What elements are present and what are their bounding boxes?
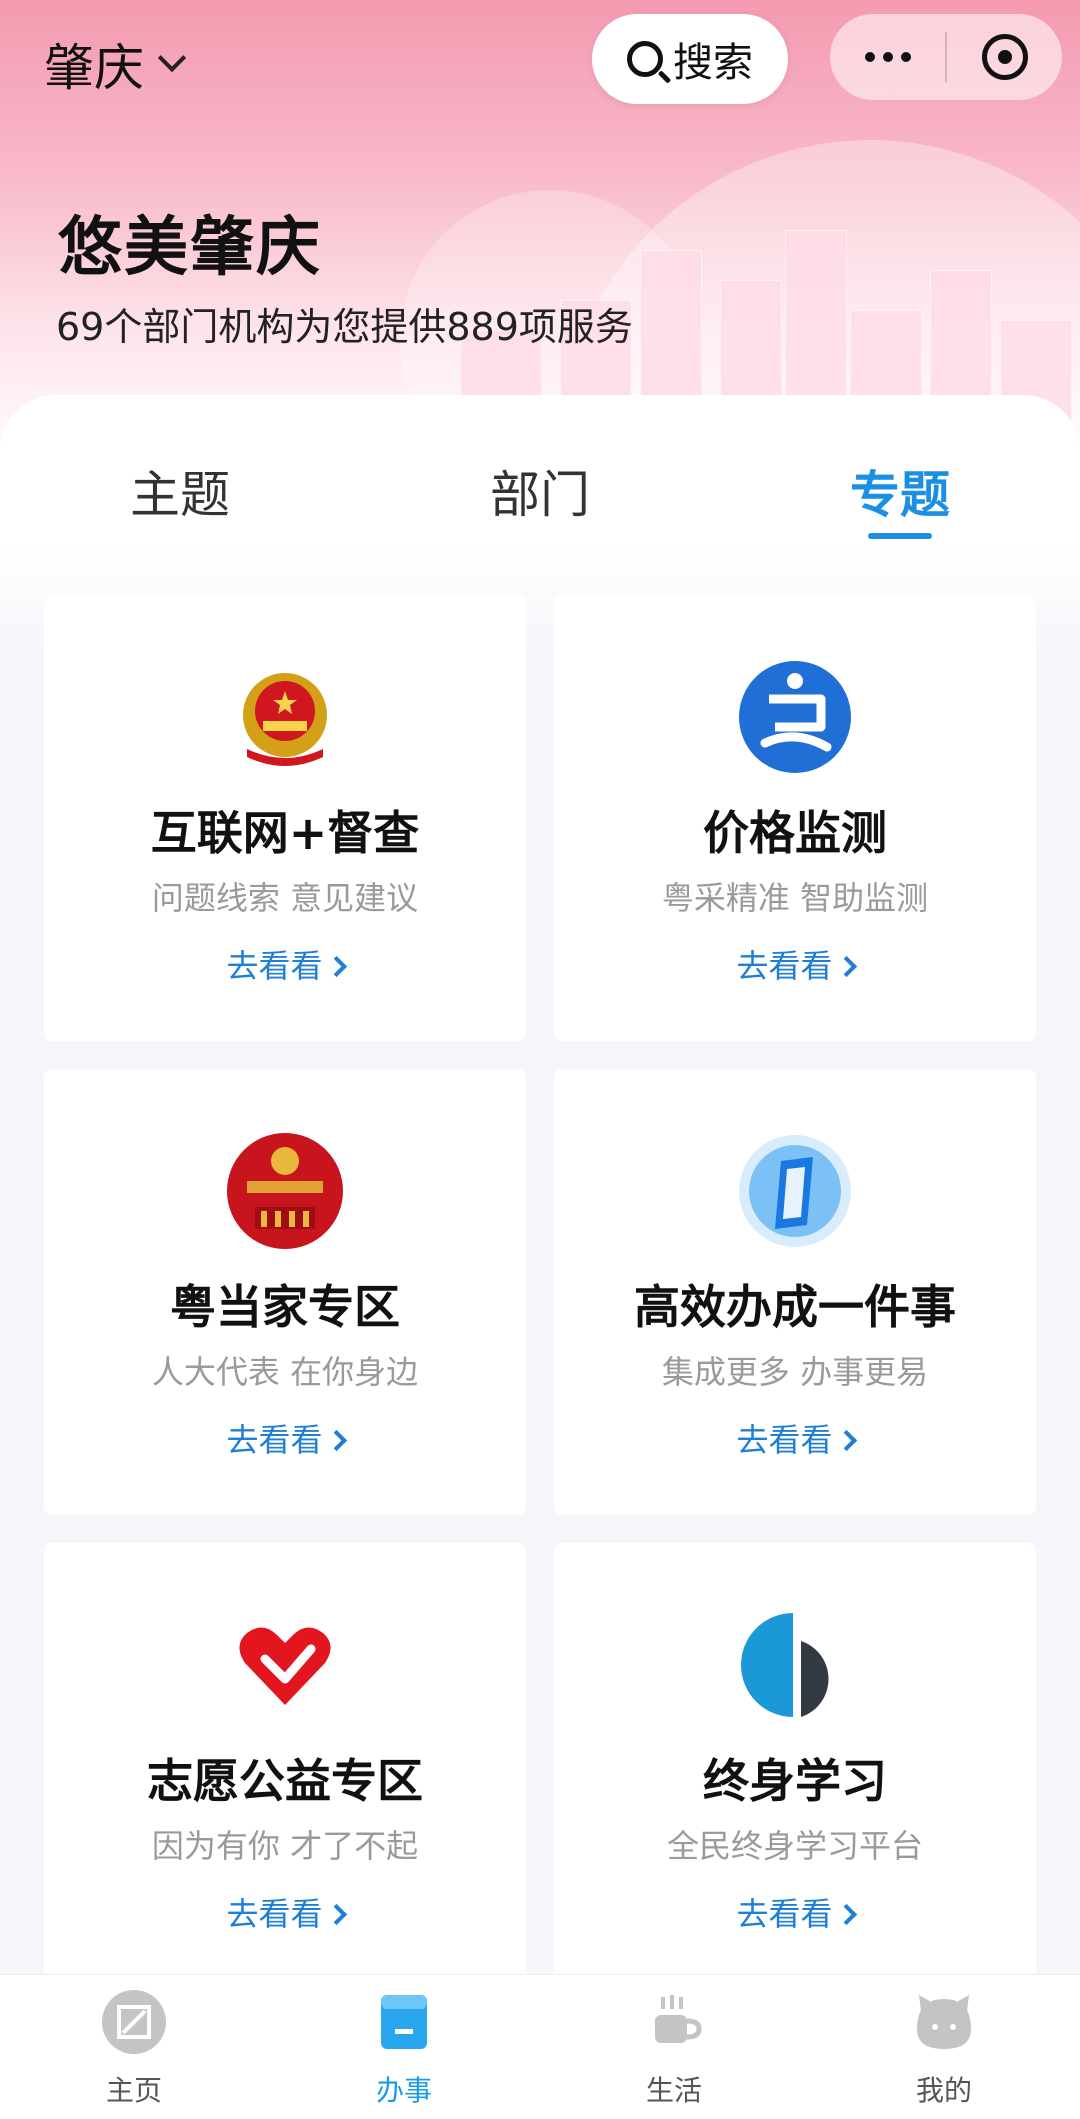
card-link[interactable]: 去看看 xyxy=(554,941,1036,987)
card-volunteer[interactable]: 志愿公益专区 因为有你 才了不起 去看看 xyxy=(44,1543,526,1989)
card-subtitle: 问题线索 意见建议 xyxy=(151,879,419,917)
card-subtitle: 人大代表 在你身边 xyxy=(151,1353,419,1391)
more-dots-icon xyxy=(864,52,875,62)
target-icon xyxy=(981,34,1028,80)
tab-active-indicator xyxy=(868,533,932,539)
nav-service[interactable]: 办事 xyxy=(304,1989,504,2109)
card-link[interactable]: 去看看 xyxy=(44,941,526,987)
page-title: 悠美肇庆 xyxy=(58,211,322,285)
card-subtitle: 全民终身学习平台 xyxy=(666,1827,923,1865)
card-subtitle: 集成更多 办事更易 xyxy=(661,1353,929,1391)
nav-profile[interactable]: 我的 xyxy=(844,1989,1044,2109)
card-internet-supervision[interactable]: 互联网+督查 问题线索 意见建议 去看看 xyxy=(44,595,526,1041)
lifelong-learning-icon xyxy=(741,1613,829,1717)
page-subtitle: 69个部门机构为您提供889项服务 xyxy=(56,305,633,349)
tab-department[interactable]: 部门 xyxy=(440,455,640,527)
card-price-monitoring[interactable]: 价格监测 粤采精准 智助监测 去看看 xyxy=(554,595,1036,1041)
chevron-down-icon xyxy=(157,43,187,73)
card-link[interactable]: 去看看 xyxy=(44,1415,526,1461)
nav-label: 主页 xyxy=(105,2074,162,2107)
service-icon xyxy=(381,1995,427,2049)
card-one-thing[interactable]: 高效办成一件事 集成更多 办事更易 去看看 xyxy=(554,1069,1036,1515)
profile-icon xyxy=(917,1995,971,2049)
card-title: 志愿公益专区 xyxy=(147,1754,423,1808)
more-button[interactable] xyxy=(830,52,945,62)
close-miniapp-button[interactable] xyxy=(947,34,1062,80)
volunteer-heart-icon xyxy=(239,1627,331,1705)
chevron-right-icon xyxy=(835,955,857,978)
search-button[interactable]: 搜索 xyxy=(592,14,788,104)
guangdong-npc-icon xyxy=(227,1133,343,1249)
tab-theme[interactable]: 主题 xyxy=(80,455,280,527)
chevron-right-icon xyxy=(325,955,347,978)
national-emblem-icon xyxy=(243,673,327,766)
home-icon xyxy=(102,1990,166,2054)
card-yue-dangjia[interactable]: 粤当家专区 人大代表 在你身边 去看看 xyxy=(44,1069,526,1515)
card-title: 粤当家专区 xyxy=(170,1280,400,1334)
tab-special[interactable]: 专题 xyxy=(800,455,1000,527)
content-panel: 主题 部门 专题 互联网+督查 问题线索 意见建议 去看看 价格监测 粤采精准 … xyxy=(0,395,1080,1989)
price-monitor-icon xyxy=(739,661,851,773)
city-selector[interactable]: 肇庆 xyxy=(44,28,187,100)
chevron-right-icon xyxy=(325,1429,347,1452)
nav-label: 我的 xyxy=(915,2074,972,2107)
card-link[interactable]: 去看看 xyxy=(554,1415,1036,1461)
card-link[interactable]: 去看看 xyxy=(44,1889,526,1935)
city-label: 肇庆 xyxy=(44,39,144,97)
card-subtitle: 粤采精准 智助监测 xyxy=(661,879,929,917)
coffee-cup-icon xyxy=(655,1995,702,2043)
card-title: 终身学习 xyxy=(703,1754,887,1808)
chevron-right-icon xyxy=(835,1429,857,1452)
nav-label: 生活 xyxy=(645,2074,702,2107)
search-label: 搜索 xyxy=(673,40,753,86)
card-title: 价格监测 xyxy=(703,806,887,860)
card-lifelong-learning[interactable]: 终身学习 全民终身学习平台 去看看 xyxy=(554,1543,1036,1989)
tab-bar: 主题 部门 专题 xyxy=(0,455,1080,535)
chevron-right-icon xyxy=(835,1903,857,1926)
chevron-right-icon xyxy=(325,1903,347,1926)
nav-home[interactable]: 主页 xyxy=(34,1989,234,2109)
card-link[interactable]: 去看看 xyxy=(554,1889,1036,1935)
card-title: 高效办成一件事 xyxy=(634,1280,956,1334)
card-subtitle: 因为有你 才了不起 xyxy=(151,1827,419,1865)
bottom-nav: 主页 办事 生活 我的 xyxy=(0,1974,1080,2119)
card-title: 互联网+督查 xyxy=(150,806,420,860)
one-thing-icon xyxy=(739,1135,851,1247)
miniapp-capsule xyxy=(830,14,1062,100)
nav-label: 办事 xyxy=(375,2074,432,2107)
search-icon xyxy=(627,41,663,77)
nav-life[interactable]: 生活 xyxy=(574,1989,774,2109)
